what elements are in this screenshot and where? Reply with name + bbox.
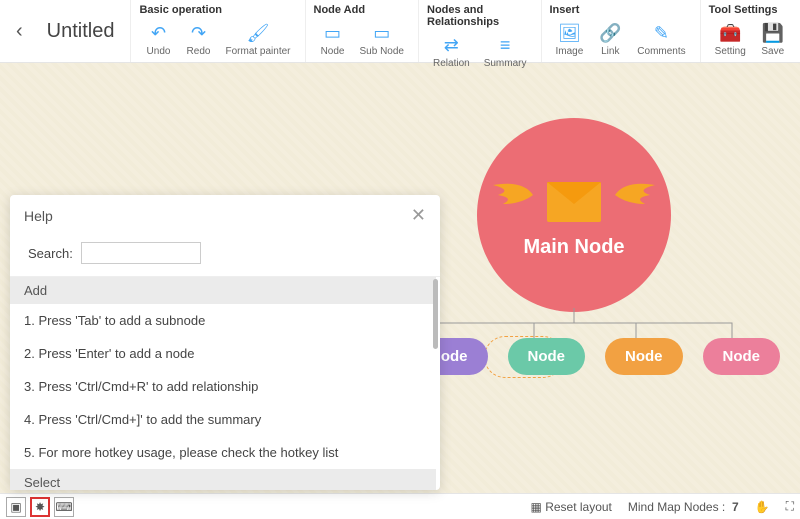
collapse-button[interactable]: ▲Collapse — [794, 20, 800, 59]
toolbar-group: Insert 🖼 Image 🔗 Link ✎ Comments — [541, 0, 700, 62]
image-button[interactable]: 🖼 Image — [550, 20, 590, 59]
toolbar: Basic operation ↶ Undo ↷ Redo 🖌 Format painter… — [130, 0, 800, 62]
toolbar-group-title: Basic operation — [139, 4, 296, 16]
toolbar-label: Redo — [187, 46, 211, 57]
comments-button[interactable]: ✎ Comments — [631, 20, 691, 59]
child-node-2[interactable]: Node — [508, 338, 586, 375]
toolbar-group-title: Insert — [550, 4, 692, 16]
node-icon: ▭ — [322, 22, 344, 44]
help-panel: Help ✕ Search: Add1. Press 'Tab' to add … — [10, 195, 440, 490]
close-icon[interactable]: ✕ — [411, 205, 426, 226]
summary-button[interactable]: ≡ Summary — [478, 32, 533, 71]
document-title[interactable]: Untitled — [47, 20, 115, 43]
help-line: 1. Press 'Tab' to add a subnode — [10, 304, 436, 337]
save-icon: 💾 — [762, 22, 784, 44]
toolbar-group-title: Node Add — [314, 4, 410, 16]
comments-icon: ✎ — [650, 22, 672, 44]
undo-button[interactable]: ↶ Undo — [139, 20, 177, 59]
sub-node-button[interactable]: ▭ Sub Node — [354, 20, 410, 59]
toolbar-label: Relation — [433, 58, 470, 69]
toolbar-label: Sub Node — [360, 46, 404, 57]
child-nodes: Node Node Node Node — [410, 338, 780, 375]
toolbar-label: Setting — [715, 46, 746, 57]
reset-layout-button[interactable]: ▦ Reset layout — [531, 500, 612, 514]
back-icon[interactable]: ‹ — [16, 20, 23, 43]
sb-tips-icon[interactable]: ✸ — [30, 497, 50, 517]
format-painter-icon: 🖌 — [247, 22, 269, 44]
wing-right-icon — [615, 180, 655, 210]
help-line: 4. Press 'Ctrl/Cmd+]' to add the summary — [10, 403, 436, 436]
help-section-heading: Select — [10, 469, 436, 490]
help-search-input[interactable] — [81, 242, 201, 264]
toolbar-group: Node Add ▭ Node ▭ Sub Node — [305, 0, 418, 62]
child-node-4[interactable]: Node — [703, 338, 781, 375]
toolbar-label: Image — [556, 46, 584, 57]
main-node-label: Main Node — [523, 236, 624, 259]
image-icon: 🖼 — [558, 22, 580, 44]
toolbar-label: Format painter — [225, 46, 290, 57]
toolbar-group-title: Nodes and Relationships — [427, 4, 533, 28]
setting-button[interactable]: 🧰 Setting — [709, 20, 752, 59]
summary-icon: ≡ — [494, 34, 516, 56]
toolbar-group-title: Tool Settings — [709, 4, 800, 16]
sub-node-icon: ▭ — [371, 22, 393, 44]
setting-icon: 🧰 — [719, 22, 741, 44]
zoom-icon[interactable]: ⛶ — [786, 499, 794, 514]
help-line: 3. Press 'Ctrl/Cmd+R' to add relationshi… — [10, 370, 436, 403]
toolbar-label: Comments — [637, 46, 685, 57]
redo-icon: ↷ — [187, 22, 209, 44]
toolbar-label: Save — [761, 46, 784, 57]
help-body[interactable]: Add1. Press 'Tab' to add a subnode2. Pre… — [10, 276, 440, 490]
save-button[interactable]: 💾 Save — [754, 20, 792, 59]
format-painter-button[interactable]: 🖌 Format painter — [219, 20, 296, 59]
main-node[interactable]: Main Node — [477, 118, 671, 312]
link-button[interactable]: 🔗 Link — [591, 20, 629, 59]
relation-button[interactable]: ⇄ Relation — [427, 32, 476, 71]
help-section-heading: Add — [10, 277, 436, 304]
toolbar-group: Tool Settings 🧰 Setting 💾 Save ▲Collapse — [700, 0, 800, 62]
status-bar: ▣ ✸ ⌨ ▦ Reset layout Mind Map Nodes : 7 … — [0, 493, 800, 519]
toolbar-group: Basic operation ↶ Undo ↷ Redo 🖌 Format painter — [130, 0, 304, 62]
toolbar-label: Node — [321, 46, 345, 57]
toolbar-group: Nodes and Relationships⇄Relation≡Summary — [418, 0, 541, 62]
pan-icon[interactable]: ✋ — [755, 500, 770, 514]
link-icon: 🔗 — [599, 22, 621, 44]
node-button[interactable]: ▭ Node — [314, 20, 352, 59]
scrollbar-thumb[interactable] — [433, 279, 438, 349]
help-title: Help — [24, 208, 53, 224]
undo-icon: ↶ — [147, 22, 169, 44]
title-area: ‹ Untitled — [0, 0, 130, 62]
help-search-label: Search: — [28, 246, 73, 261]
redo-button[interactable]: ↷ Redo — [179, 20, 217, 59]
envelope-icon — [547, 182, 601, 222]
node-count: Mind Map Nodes : 7 — [628, 500, 739, 514]
relation-icon: ⇄ — [440, 34, 462, 56]
toolbar-label: Undo — [147, 46, 171, 57]
wing-left-icon — [493, 180, 533, 210]
help-line: 5. For more hotkey usage, please check t… — [10, 436, 436, 469]
help-line: 2. Press 'Enter' to add a node — [10, 337, 436, 370]
child-node-3[interactable]: Node — [605, 338, 683, 375]
toolbar-label: Link — [601, 46, 619, 57]
app-header: ‹ Untitled Basic operation ↶ Undo ↷ Redo 🖌 For… — [0, 0, 800, 63]
sb-presentation-icon[interactable]: ▣ — [6, 497, 26, 517]
toolbar-label: Summary — [484, 58, 527, 69]
sb-keyboard-icon[interactable]: ⌨ — [54, 497, 74, 517]
